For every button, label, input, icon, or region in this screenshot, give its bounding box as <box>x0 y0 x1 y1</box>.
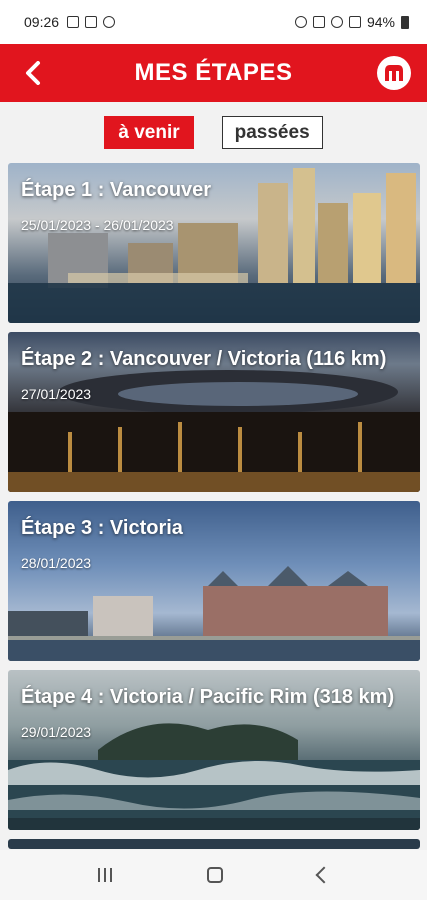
calendar-icon <box>85 16 98 28</box>
stage-filter-tabs: à venir passées <box>0 116 427 149</box>
stage-card-partial[interactable] <box>8 839 420 849</box>
stage-title: Étape 2 : Vancouver / Victoria (116 km) <box>21 348 387 370</box>
stage-title: Étape 4 : Victoria / Pacific Rim (318 km… <box>21 686 395 708</box>
chevron-left-icon <box>26 61 40 85</box>
brand-logo-icon <box>385 65 403 81</box>
battery-percent: 94% <box>366 14 395 30</box>
tab-past[interactable]: passées <box>221 116 323 149</box>
signal-icon <box>348 16 361 28</box>
system-back-button[interactable] <box>315 866 332 884</box>
stage-card[interactable]: Étape 3 : Victoria 28/01/2023 <box>8 501 420 661</box>
stage-dates: 27/01/2023 <box>21 386 92 402</box>
stage-dates: 28/01/2023 <box>21 555 92 571</box>
status-notification-icons <box>67 16 116 28</box>
status-time: 09:26 <box>24 14 60 30</box>
status-bar: 09:26 94% <box>0 0 427 44</box>
alarm-icon <box>294 16 307 28</box>
status-system-icons: 94% <box>294 14 409 30</box>
battery-icon <box>401 15 409 29</box>
recents-icon <box>97 868 100 882</box>
stage-title: Étape 1 : Vancouver <box>21 179 212 201</box>
stage-list: Étape 1 : Vancouver 25/01/2023 - 26/01/2… <box>8 163 420 858</box>
stage-card[interactable]: Étape 1 : Vancouver 25/01/2023 - 26/01/2… <box>8 163 420 323</box>
app-header: MES ÉTAPES <box>0 44 427 102</box>
recents-button[interactable] <box>97 868 112 882</box>
page-title: MES ÉTAPES <box>134 59 293 86</box>
wifi-icon <box>330 16 343 28</box>
stage-title: Étape 3 : Victoria <box>21 517 183 539</box>
stage-card[interactable]: Étape 2 : Vancouver / Victoria (116 km) … <box>8 332 420 492</box>
sync-icon <box>103 16 116 28</box>
home-button[interactable] <box>206 867 223 883</box>
image-icon <box>67 16 80 28</box>
brand-logo-button[interactable] <box>377 56 411 90</box>
tab-upcoming[interactable]: à venir <box>104 116 194 149</box>
back-button[interactable] <box>18 58 48 88</box>
stage-dates: 25/01/2023 - 26/01/2023 <box>21 217 174 233</box>
stage-card[interactable]: Étape 4 : Victoria / Pacific Rim (318 km… <box>8 670 420 830</box>
system-nav-bar <box>0 850 427 900</box>
stage-dates: 29/01/2023 <box>21 724 92 740</box>
mute-icon <box>312 16 325 28</box>
